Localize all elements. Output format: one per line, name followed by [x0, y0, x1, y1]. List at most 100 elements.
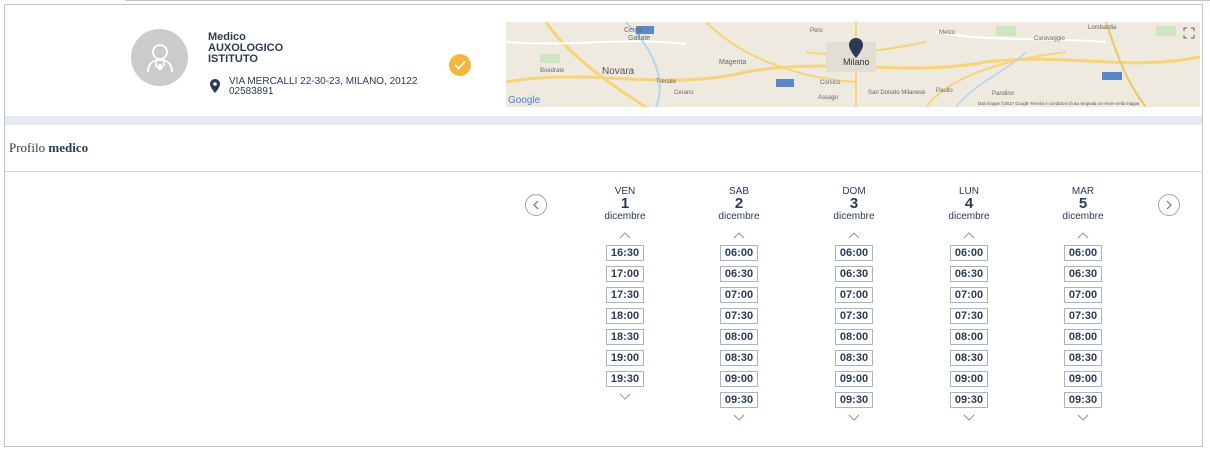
- time-slot-list: 06:00 06:30 07:00 07:30 08:00 08:30 09:00 09:30: [814, 245, 894, 408]
- doctor-name: AUXOLOGICO ISTITUTO: [208, 43, 283, 65]
- time-slot-list: 06:00 06:30 07:00 07:30 08:00 08:30 09:00 09:30: [929, 245, 1009, 408]
- doctor-avatar-icon: [131, 29, 188, 86]
- doctor-phone: 02583891: [229, 86, 274, 97]
- map-label-trecate: Trecate: [656, 79, 677, 85]
- time-slot-button[interactable]: 09:00: [835, 371, 873, 387]
- time-slot-button[interactable]: 06:30: [720, 266, 758, 282]
- time-slot-button[interactable]: 18:00: [606, 308, 644, 324]
- day-month: dicembre: [948, 211, 990, 222]
- map-label-gallate: Gallate: [628, 35, 650, 42]
- time-slot-list: 06:00 06:30 07:00 07:30 08:00 08:30 09:00 09:30: [1043, 245, 1123, 408]
- time-slot-button[interactable]: 07:30: [720, 308, 758, 324]
- day-column: VEN 1 dicembre 16:30 17:00 17:30 18:00 18:30 19:…: [585, 187, 665, 403]
- time-slot-button[interactable]: 06:30: [950, 266, 988, 282]
- chevron-down-icon: [848, 414, 860, 421]
- map-label-caravaggio: Caravaggio: [1034, 36, 1065, 42]
- day-number: 1: [620, 195, 630, 212]
- time-slot-button[interactable]: 17:00: [606, 266, 644, 282]
- time-slot-button[interactable]: 09:00: [1064, 371, 1102, 387]
- map-label-boedrate: Boedrate: [540, 68, 565, 74]
- time-slot-button[interactable]: 19:30: [606, 371, 644, 387]
- doctor-type: Medico: [208, 31, 246, 43]
- map-label-cerano: Cerano: [674, 90, 694, 96]
- day-number: 5: [1078, 195, 1088, 212]
- scroll-down-button[interactable]: [814, 410, 894, 424]
- map-label-corsico: Corsico: [820, 80, 841, 86]
- scroll-down-button[interactable]: [1043, 410, 1123, 424]
- time-slot-button[interactable]: 06:30: [835, 266, 873, 282]
- time-slot-button[interactable]: 08:30: [835, 350, 873, 366]
- profile-heading-prefix: Profilo: [9, 140, 46, 155]
- time-slot-button[interactable]: 07:00: [1064, 287, 1102, 303]
- time-slot-button[interactable]: 06:00: [1064, 245, 1102, 261]
- time-slot-button[interactable]: 08:30: [950, 350, 988, 366]
- time-slot-button[interactable]: 08:00: [835, 329, 873, 345]
- map-label-san-donato: San Donato Milanese: [868, 90, 926, 96]
- map-label-novara: Novara: [602, 66, 635, 77]
- scroll-up-button[interactable]: [699, 226, 779, 244]
- time-slot-button[interactable]: 07:30: [835, 308, 873, 324]
- location-map[interactable]: Cerro Gallate Novara Boedrate Trecate Ce…: [506, 22, 1200, 107]
- chevron-up-icon: [619, 231, 631, 238]
- map-label-pero: Pero: [810, 28, 823, 34]
- map-label-cerro: Cerro: [624, 27, 642, 34]
- chevron-down-icon: [619, 393, 631, 400]
- scroll-down-button[interactable]: [699, 410, 779, 424]
- time-slot-button[interactable]: 08:00: [950, 329, 988, 345]
- chevron-up-icon: [848, 231, 860, 238]
- chevron-down-icon: [1077, 414, 1089, 421]
- scroll-up-button[interactable]: [814, 226, 894, 244]
- day-month: dicembre: [604, 211, 646, 222]
- scroll-up-button[interactable]: [1043, 226, 1123, 244]
- time-slot-button[interactable]: 08:30: [1064, 350, 1102, 366]
- time-slot-button[interactable]: 09:30: [720, 392, 758, 408]
- time-slot-button[interactable]: 07:00: [720, 287, 758, 303]
- scroll-down-button[interactable]: [585, 389, 665, 403]
- time-slot-button[interactable]: 06:30: [1064, 266, 1102, 282]
- time-slot-button[interactable]: 06:00: [720, 245, 758, 261]
- time-slot-button[interactable]: 07:30: [1064, 308, 1102, 324]
- day-column: SAB 2 dicembre 06:00 06:30 07:00 07:30 08:00 08:…: [699, 187, 779, 424]
- scroll-up-button[interactable]: [585, 226, 665, 244]
- time-slot-list: 16:30 17:00 17:30 18:00 18:30 19:00 19:30: [585, 245, 665, 387]
- check-icon: [449, 54, 471, 76]
- time-slot-button[interactable]: 16:30: [606, 245, 644, 261]
- next-week-button[interactable]: [1158, 194, 1180, 216]
- time-slot-button[interactable]: 08:30: [720, 350, 758, 366]
- time-slot-button[interactable]: 09:00: [720, 371, 758, 387]
- map-label-lombardia: Lombardia: [1088, 25, 1117, 31]
- time-slot-button[interactable]: 08:00: [1064, 329, 1102, 345]
- time-slot-button[interactable]: 09:30: [950, 392, 988, 408]
- time-slot-button[interactable]: 07:30: [950, 308, 988, 324]
- time-slot-button[interactable]: 09:30: [1064, 392, 1102, 408]
- day-column: DOM 3 dicembre 06:00 06:30 07:00 07:30 08:00 08:…: [814, 187, 894, 424]
- day-number: 2: [734, 195, 744, 212]
- profile-heading-strong: medico: [48, 140, 89, 155]
- map-canvas: Cerro Gallate Novara Boedrate Trecate Ce…: [506, 22, 1200, 107]
- time-slot-button[interactable]: 06:00: [950, 245, 988, 261]
- doctor-panel: Medico AUXOLOGICO ISTITUTO VIA MERCALLI …: [4, 4, 1203, 447]
- prev-week-button[interactable]: [525, 194, 547, 216]
- time-slot-button[interactable]: 08:00: [720, 329, 758, 345]
- map-label-magenta: Magenta: [719, 59, 746, 66]
- map-label-paullo: Paullo: [936, 88, 953, 94]
- time-slot-button[interactable]: 06:00: [835, 245, 873, 261]
- time-slot-list: 06:00 06:30 07:00 07:30 08:00 08:30 09:00 09:30: [699, 245, 779, 408]
- time-slot-button[interactable]: 07:00: [950, 287, 988, 303]
- day-month: dicembre: [718, 211, 760, 222]
- time-slot-button[interactable]: 19:00: [606, 350, 644, 366]
- map-label-milano: Milano: [843, 57, 870, 67]
- day-month: dicembre: [833, 211, 875, 222]
- scroll-up-button[interactable]: [929, 226, 1009, 244]
- time-slot-button[interactable]: 17:30: [606, 287, 644, 303]
- time-slot-button[interactable]: 09:00: [950, 371, 988, 387]
- scroll-down-button[interactable]: [929, 410, 1009, 424]
- map-attribution: Dati mappe ©2017 Google Termini e condiz…: [978, 101, 1140, 106]
- time-slot-button[interactable]: 18:30: [606, 329, 644, 345]
- map-label-melzo: Melzo: [939, 30, 956, 36]
- time-slot-button[interactable]: 09:30: [835, 392, 873, 408]
- day-column: LUN 4 dicembre 06:00 06:30 07:00 07:30 08:00 08:…: [929, 187, 1009, 424]
- time-slot-button[interactable]: 07:00: [835, 287, 873, 303]
- day-number: 3: [849, 195, 859, 212]
- doctor-card: Medico AUXOLOGICO ISTITUTO VIA MERCALLI …: [5, 5, 1202, 116]
